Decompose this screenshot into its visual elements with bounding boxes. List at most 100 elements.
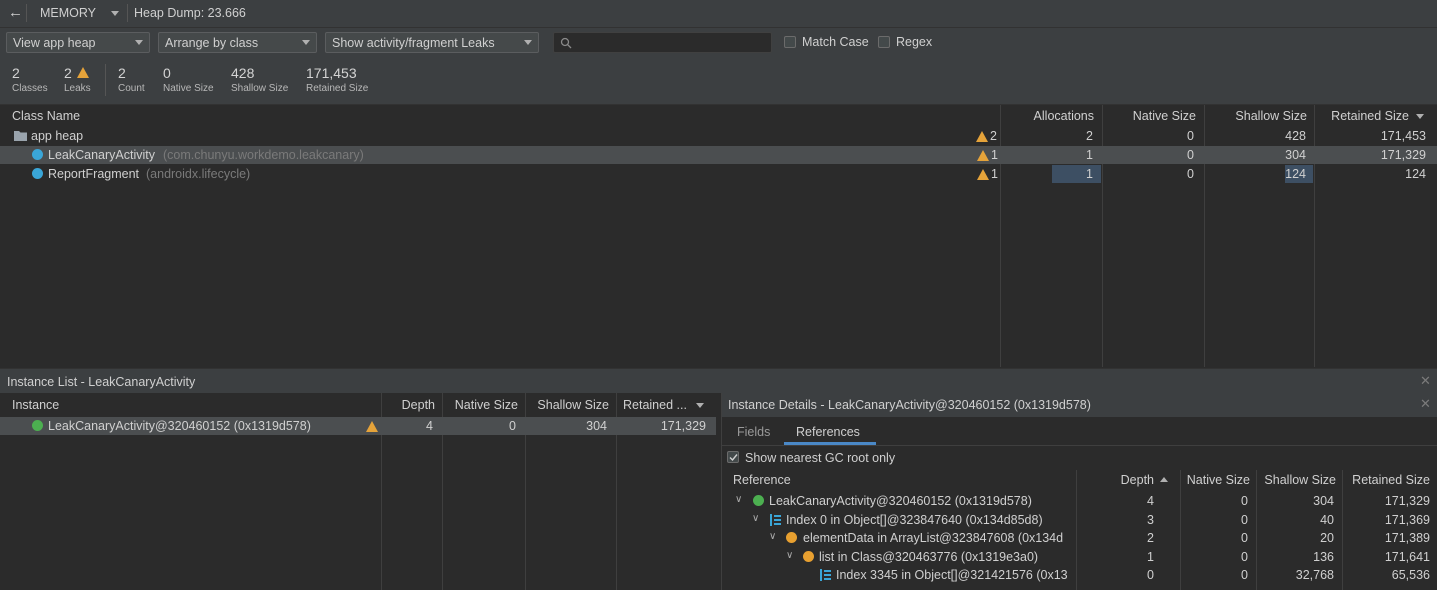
leak-filter-select[interactable]: Show activity/fragment Leaks	[325, 32, 539, 53]
class-name: LeakCanaryActivity	[48, 148, 155, 162]
checkmark-icon	[729, 454, 738, 462]
tab-fields[interactable]: Fields	[737, 425, 770, 439]
field-icon	[803, 551, 814, 562]
tab-references[interactable]: References	[796, 425, 860, 439]
match-case-label: Match Case	[802, 35, 869, 49]
class-name: ReportFragment	[48, 167, 140, 181]
tree-row[interactable]: ∨ list in Class@320463776 (0x1319e3a0) 1…	[722, 548, 1437, 566]
warning-icon	[977, 169, 989, 180]
reference-name: LeakCanaryActivity@320460152 (0x1319d578…	[769, 494, 1032, 508]
column-header-retained-size[interactable]: Retained ...	[623, 398, 687, 412]
tree-row[interactable]: ∨ elementData in ArrayList@323847608 (0x…	[722, 529, 1437, 547]
column-header-native-size[interactable]: Native Size	[1102, 109, 1196, 123]
shallow-size-cell: 40	[1320, 513, 1334, 527]
gc-root-option: Show nearest GC root only	[722, 446, 1437, 470]
class-name: app heap	[31, 129, 84, 143]
details-tabs: Fields References	[722, 418, 1437, 446]
leak-count: 2	[990, 129, 997, 143]
back-arrow-icon[interactable]: ←	[8, 4, 23, 21]
retained-size-cell: 171,369	[1384, 513, 1430, 527]
instance-details-title-bar: Instance Details - LeakCanaryActivity@32…	[722, 393, 1437, 417]
column-header-class-name[interactable]: Class Name	[12, 109, 80, 123]
leak-count: 1	[991, 148, 998, 162]
chevron-down-icon[interactable]: ∨	[786, 550, 793, 561]
chevron-down-icon[interactable]	[111, 11, 119, 16]
shallow-size-cell: 304	[586, 419, 607, 433]
instance-details-title: Instance Details - LeakCanaryActivity@32…	[728, 398, 1091, 412]
depth-cell: 4	[1147, 494, 1154, 508]
sort-descending-icon[interactable]	[1416, 114, 1424, 119]
native-size-cell: 0	[1241, 513, 1248, 527]
reference-name: elementData in ArrayList@323847608 (0x13…	[803, 531, 1064, 545]
shallow-size-cell: 20	[1320, 531, 1334, 545]
shallow-size-cell: 428	[1285, 129, 1306, 143]
instance-list-title-bar: Instance List - LeakCanaryActivity ✕	[0, 368, 1437, 393]
class-icon	[32, 149, 43, 160]
match-case-checkbox[interactable]	[784, 36, 796, 48]
shallow-size-cell: 304	[1285, 148, 1306, 162]
column-header-shallow-size[interactable]: Shallow Size	[1256, 473, 1336, 487]
instance-count: 2	[118, 65, 126, 81]
tree-row[interactable]: ∨ Index 0 in Object[]@323847640 (0x134d8…	[722, 511, 1437, 529]
gc-root-checkbox[interactable]	[727, 451, 739, 463]
depth-cell: 1	[1147, 550, 1154, 564]
divider	[26, 4, 27, 22]
reference-name: Index 0 in Object[]@323847640 (0x134d85d…	[786, 513, 1043, 527]
chevron-down-icon[interactable]: ∨	[752, 513, 759, 524]
search-input[interactable]	[553, 32, 772, 53]
table-row[interactable]: app heap 2 2 0 428 171,453	[0, 127, 1437, 145]
tree-row[interactable]: ∨ LeakCanaryActivity@320460152 (0x1319d5…	[722, 492, 1437, 510]
column-header-depth[interactable]: Depth	[1076, 473, 1154, 487]
field-icon	[786, 532, 797, 543]
instance-list-table: Instance Depth Native Size Shallow Size …	[0, 393, 722, 590]
close-icon[interactable]: ✕	[1420, 396, 1431, 412]
sort-ascending-icon[interactable]	[1160, 477, 1168, 482]
native-size-cell: 0	[1241, 531, 1248, 545]
column-header-native-size[interactable]: Native Size	[442, 398, 518, 412]
heap-select[interactable]: View app heap	[6, 32, 150, 53]
regex-label: Regex	[896, 35, 933, 49]
sort-descending-icon[interactable]	[696, 403, 704, 408]
shallow-size-label: Shallow Size	[231, 83, 289, 94]
column-header-allocations[interactable]: Allocations	[1000, 109, 1094, 123]
leaks-label: Leaks	[64, 83, 91, 94]
table-row[interactable]: LeakCanaryActivity (com.chunyu.workdemo.…	[0, 146, 1437, 164]
retained-size-value: 171,453	[306, 65, 357, 81]
table-row[interactable]: ReportFragment (androidx.lifecycle) 1 1 …	[0, 165, 1437, 183]
column-header-reference[interactable]: Reference	[733, 473, 791, 487]
allocations-cell: 2	[1086, 129, 1093, 143]
column-header-retained-size[interactable]: Retained Size	[1314, 109, 1409, 123]
chevron-down-icon[interactable]: ∨	[735, 494, 742, 505]
profiler-select[interactable]: MEMORY	[40, 6, 96, 20]
column-header-retained-size[interactable]: Retained Size	[1342, 473, 1430, 487]
regex-checkbox[interactable]	[878, 36, 890, 48]
shallow-size-cell: 32,768	[1295, 568, 1334, 582]
retained-size-cell: 171,389	[1384, 531, 1430, 545]
folder-icon	[14, 131, 27, 141]
column-header-shallow-size[interactable]: Shallow Size	[1204, 109, 1307, 123]
native-size-cell: 0	[1187, 129, 1194, 143]
heap-dump-label: Heap Dump: 23.666	[134, 6, 246, 20]
shallow-size-cell: 136	[1313, 550, 1334, 564]
arrange-select[interactable]: Arrange by class	[158, 32, 317, 53]
filter-toolbar: View app heap Arrange by class Show acti…	[0, 28, 1437, 58]
tree-row[interactable]: Index 3345 in Object[]@321421576 (0x13 0…	[722, 566, 1437, 584]
instance-list-title: Instance List - LeakCanaryActivity	[7, 375, 196, 389]
native-size-cell: 0	[1187, 167, 1194, 181]
class-table: Class Name Allocations Native Size Shall…	[0, 105, 1437, 367]
reference-name: Index 3345 in Object[]@321421576 (0x13	[836, 568, 1068, 582]
package-name: (com.chunyu.workdemo.leakcanary)	[163, 148, 364, 162]
native-size-cell: 0	[1241, 494, 1248, 508]
divider	[105, 64, 106, 96]
column-header-shallow-size[interactable]: Shallow Size	[525, 398, 609, 412]
chevron-down-icon[interactable]: ∨	[769, 531, 776, 542]
table-row[interactable]: LeakCanaryActivity@320460152 (0x1319d578…	[0, 417, 716, 435]
column-header-depth[interactable]: Depth	[381, 398, 435, 412]
instance-icon	[753, 495, 764, 506]
retained-size-cell: 171,453	[1380, 129, 1426, 143]
divider	[127, 4, 128, 22]
close-icon[interactable]: ✕	[1420, 373, 1431, 389]
warning-icon	[77, 67, 89, 78]
column-header-instance[interactable]: Instance	[12, 398, 59, 412]
column-header-native-size[interactable]: Native Size	[1180, 473, 1250, 487]
